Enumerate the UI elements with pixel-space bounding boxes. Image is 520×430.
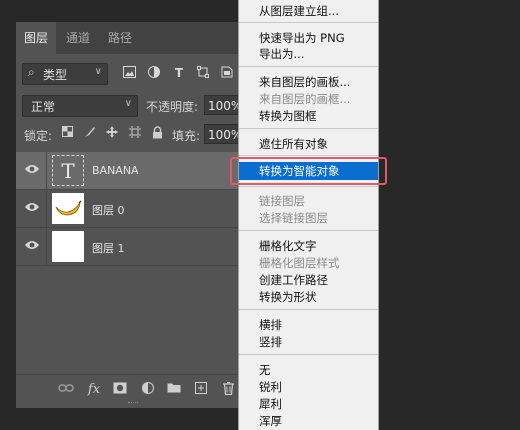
layer-name: 图层 0 [92, 204, 125, 217]
tab-channels[interactable]: 通道 [58, 22, 98, 54]
layer-row-layer-1[interactable]: 图层 1 [16, 228, 248, 266]
menu-separator [239, 128, 378, 129]
divider [46, 152, 47, 190]
eye-icon[interactable] [24, 163, 40, 177]
trash-icon[interactable] [220, 381, 236, 398]
menu-separator [239, 155, 378, 156]
filter-kind-value: 类型 [43, 68, 68, 82]
menu-separator [239, 22, 378, 23]
lock-pixels-icon[interactable] [83, 126, 97, 142]
menu-item-rasterize-layer-style: 栅格化图层样式 [259, 256, 340, 270]
mask-icon[interactable] [112, 382, 128, 398]
menu-separator [239, 309, 378, 310]
layers-bottom-bar: fx [16, 374, 248, 405]
white-layer-thumbnail [52, 231, 84, 262]
link-icon[interactable] [58, 382, 74, 398]
menu-item-quick-export-png[interactable]: 快速导出为 PNG [259, 30, 345, 46]
lock-position-icon[interactable] [105, 126, 119, 142]
layer-row-banana[interactable]: T BANANA [16, 152, 248, 190]
menu-item-select-linked-layers: 选择链接图层 [259, 211, 328, 225]
panel-tabs: 图层 通道 路径 [16, 22, 248, 54]
banana-icon [55, 200, 82, 216]
menu-item-antialias-sharp[interactable]: 锐利 [259, 379, 282, 395]
filter-row: ⌕ 类型 ∨ T [16, 58, 248, 88]
menu-item-export-as[interactable]: 导出为... [259, 46, 304, 62]
adjustment-filter-icon[interactable] [147, 66, 161, 80]
chevron-down-icon: ∨ [124, 98, 132, 109]
filter-kind-select[interactable]: ⌕ 类型 ∨ [22, 63, 108, 85]
menu-item-create-work-path[interactable]: 创建工作路径 [259, 272, 328, 288]
menu-item-artboard-from-layers[interactable]: 来自图层的画板... [259, 74, 350, 90]
type-filter-icon[interactable]: T [172, 66, 186, 80]
menu-separator [239, 354, 378, 355]
smart-object-filter-icon[interactable] [220, 66, 234, 80]
lock-artboard-icon[interactable] [128, 126, 142, 142]
lock-transparent-icon[interactable] [60, 126, 74, 142]
highlight-annotation-box [230, 157, 387, 185]
menu-item-horizontal[interactable]: 横排 [259, 317, 282, 333]
lock-label: 锁定: [24, 129, 53, 143]
tab-paths[interactable]: 路径 [100, 22, 140, 54]
fx-icon[interactable]: fx [86, 382, 102, 398]
eye-icon[interactable] [24, 239, 40, 253]
menu-item-mask-all-objects[interactable]: 遮住所有对象 [259, 136, 328, 152]
shape-filter-icon[interactable] [196, 66, 210, 80]
layer-context-menu: 从图层建立组... 快速导出为 PNG 导出为... 来自图层的画板... 来自… [238, 0, 379, 430]
divider [46, 190, 47, 228]
new-layer-icon[interactable] [193, 382, 209, 398]
menu-item-rasterize-type[interactable]: 栅格化文字 [259, 238, 317, 254]
menu-item-vertical[interactable]: 竖排 [259, 334, 282, 350]
menu-item-antialias-none[interactable]: 无 [259, 362, 271, 378]
menu-item-convert-to-shape[interactable]: 转换为形状 [259, 289, 317, 305]
blend-mode-select[interactable]: 正常 ∨ [22, 95, 138, 117]
eye-icon[interactable] [24, 201, 40, 215]
menu-separator [239, 186, 378, 187]
layer-name: BANANA [92, 164, 139, 177]
menu-item-group-from-layers[interactable]: 从图层建立组... [259, 3, 339, 19]
menu-item-link-layers: 链接图层 [259, 194, 305, 208]
lock-row: 锁定: 填充: 100% [16, 122, 248, 148]
banana-image-thumbnail [52, 193, 84, 224]
blend-mode-value: 正常 [31, 100, 56, 114]
layers-panel: 图层 通道 路径 ⌕ 类型 ∨ T 正常 ∨ 不透明度: 100% 锁定: 填充… [16, 22, 248, 408]
fill-label: 填充: [172, 129, 201, 143]
folder-icon[interactable] [166, 382, 182, 398]
blend-row: 正常 ∨ 不透明度: 100% [16, 92, 248, 118]
layer-row-layer-0[interactable]: 图层 0 [16, 190, 248, 228]
menu-item-convert-to-frame[interactable]: 转换为图框 [259, 108, 317, 124]
resize-grip[interactable] [128, 402, 138, 405]
menu-item-antialias-crisp[interactable]: 犀利 [259, 396, 282, 412]
opacity-label: 不透明度: [146, 100, 199, 114]
divider [46, 228, 47, 266]
tab-layers[interactable]: 图层 [16, 22, 57, 54]
type-layer-thumbnail: T [52, 155, 84, 186]
menu-separator [239, 230, 378, 231]
layer-name: 图层 1 [92, 242, 125, 255]
adjustment-icon[interactable] [140, 382, 156, 398]
image-filter-icon[interactable] [122, 66, 136, 80]
menu-item-antialias-strong[interactable]: 浑厚 [259, 413, 282, 429]
type-glyph: T [61, 159, 75, 183]
search-icon: ⌕ [28, 65, 35, 79]
chevron-down-icon: ∨ [94, 66, 102, 77]
menu-item-frame-from-layers: 来自图层的画框... [259, 92, 351, 106]
lock-all-icon[interactable] [150, 126, 164, 142]
menu-separator [239, 66, 378, 67]
